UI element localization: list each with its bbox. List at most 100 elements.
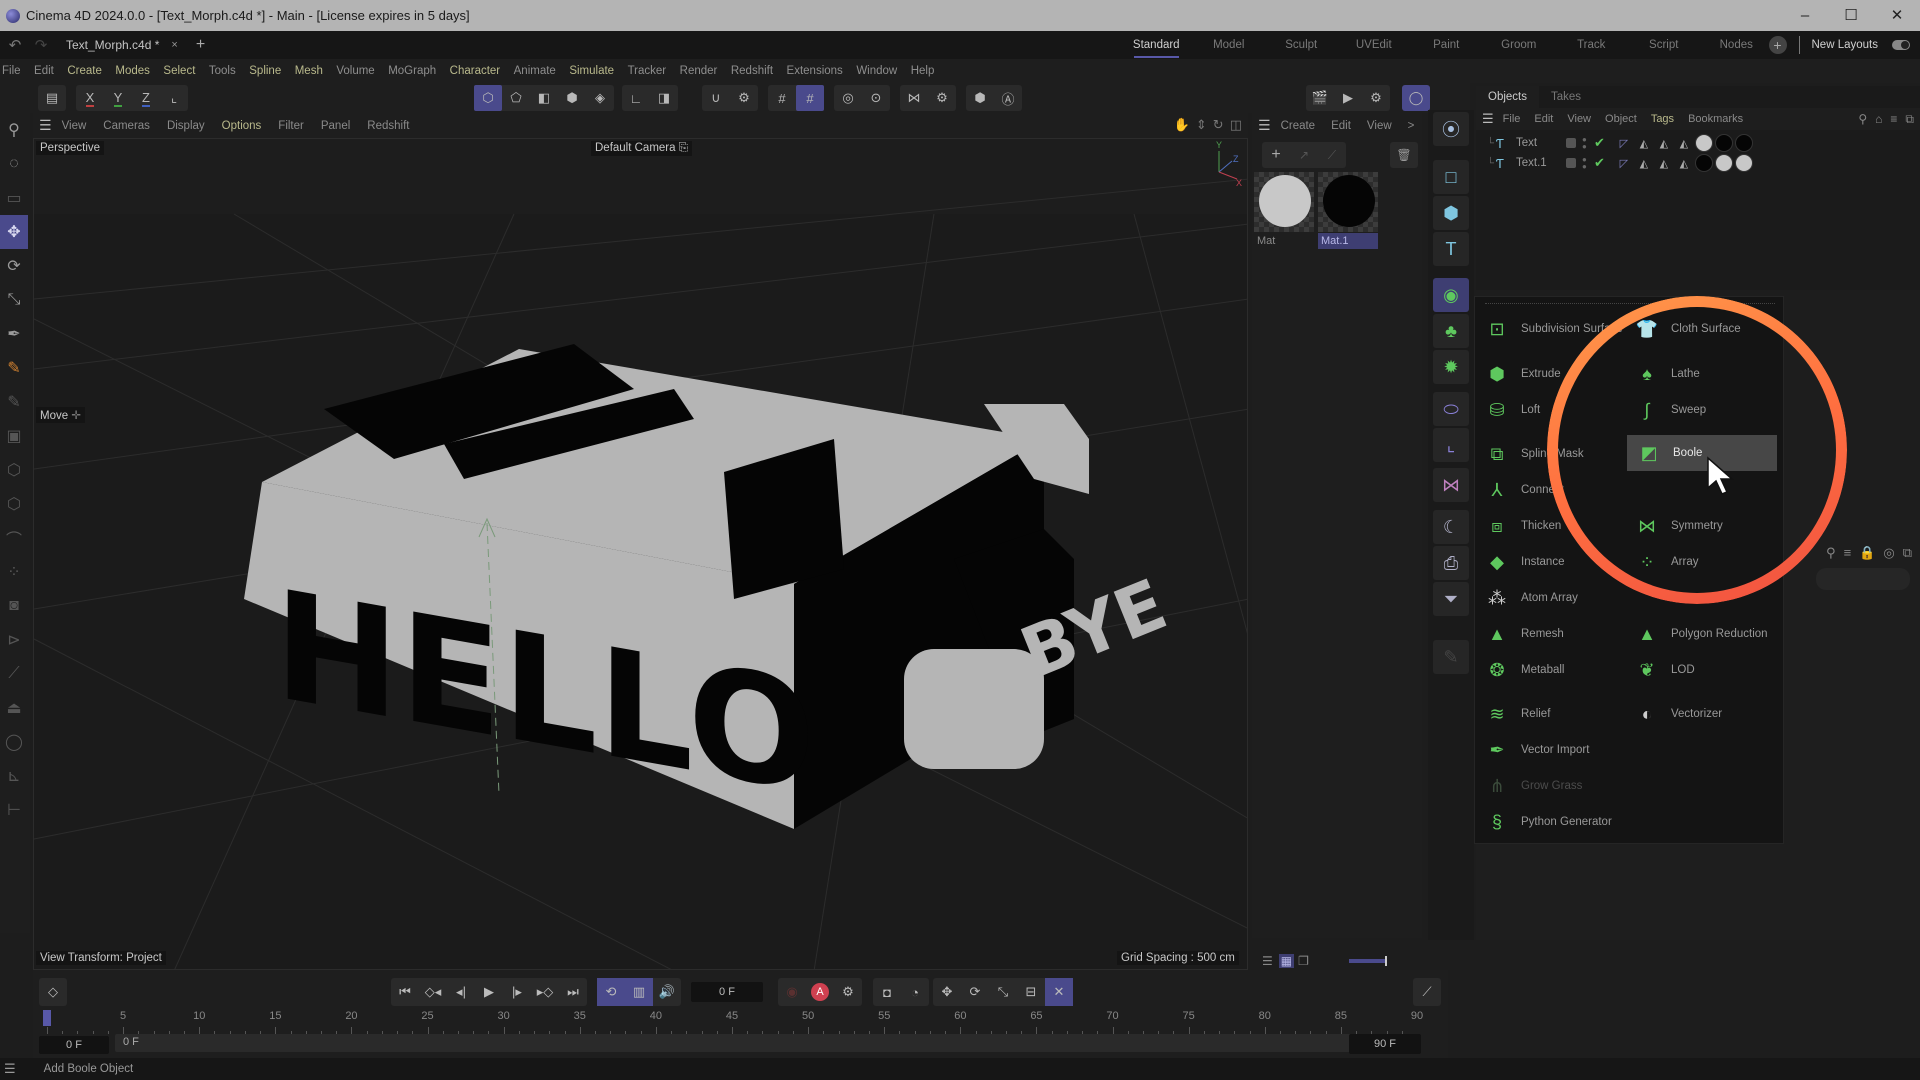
camera-icon[interactable]: ⎙ [1433,546,1469,580]
selection-tag-icon[interactable]: ◭ [1675,154,1693,172]
brush-icon[interactable]: ◯ [0,725,28,759]
menu-item-boole[interactable]: ◩ Boole [1627,435,1777,471]
soft-selection-icon[interactable]: ◎ [834,85,862,111]
list-view-icon[interactable]: ☰ [1262,954,1273,968]
key-param-icon[interactable]: ⊟ [1017,978,1045,1006]
material-tag[interactable] [1714,134,1733,152]
menu-item-cloth-surface[interactable]: 👕 Cloth Surface [1625,312,1775,346]
selection-tag-icon[interactable]: ◭ [1655,154,1673,172]
obj-menu-object[interactable]: Object [1605,113,1637,125]
hex-settings-icon[interactable]: ⬢ [966,85,994,111]
preview-range-bar[interactable]: 0 F 90 F [115,1034,1395,1052]
menu-edit[interactable]: Edit [34,65,54,77]
rotate-tool-icon[interactable]: ⟳ [0,249,28,283]
next-frame-icon[interactable]: |▸ [503,978,531,1006]
delete-material-icon[interactable]: 🗑 [1390,142,1418,168]
playhead[interactable] [43,1010,51,1026]
render-region-icon[interactable]: 🎬 [1306,85,1334,111]
selection-tag-icon[interactable]: ◭ [1635,154,1653,172]
apply-material-icon[interactable]: ↗ [1290,142,1318,168]
vp-menu-redshift[interactable]: Redshift [367,120,409,132]
key-settings-icon[interactable]: ⚙ [834,978,862,1006]
sketch-icon[interactable]: ✎ [1433,640,1469,674]
polygon-pen-icon[interactable]: ⁘ [0,555,28,589]
plane-cut-icon[interactable]: ▣ [0,419,28,453]
obj-menu-edit[interactable]: Edit [1534,113,1553,125]
obj-menu-bookmarks[interactable]: Bookmarks [1688,113,1743,125]
menu-mograph[interactable]: MoGraph [388,65,436,77]
material-thumb-mat[interactable] [1254,172,1314,232]
dolly-icon[interactable]: ⇕ [1196,117,1207,133]
menu-item-vectorizer[interactable]: ◐ Vectorizer [1625,697,1775,731]
selection-tag-icon[interactable]: ◭ [1675,134,1693,152]
menu-character[interactable]: Character [450,65,501,77]
prev-key-icon[interactable]: ◇◂ [419,978,447,1006]
material-tag[interactable] [1734,134,1753,152]
locked-workplane-icon[interactable]: # [796,85,824,111]
object-name[interactable]: Text [1516,137,1566,149]
menu-item-lathe[interactable]: ♠ Lathe [1625,357,1775,391]
render-tag-icon[interactable]: ⏷ [1433,582,1469,616]
menu-item-metaball[interactable]: ❂ Metaball [1475,653,1630,687]
popup-drag-handle[interactable] [1485,303,1775,305]
add-material-icon[interactable]: + [1262,142,1290,168]
material-menu-icon[interactable]: ☰ [1258,117,1271,134]
material-tag[interactable] [1694,154,1713,172]
tweak-mode-icon[interactable]: ◨ [650,85,678,111]
mat-menu-create[interactable]: Create [1281,120,1316,132]
slider-handle[interactable] [1384,956,1387,966]
enabled-check-icon[interactable]: ✔ [1594,155,1605,171]
search-icon[interactable]: ⚲ [1858,112,1867,127]
object-row[interactable]: └ Ƭ Text ● ● ✔ ◸ ◭ ◭ ◭ [1476,133,1920,153]
loop-icon[interactable]: ⟲ [597,978,625,1006]
projection-label[interactable]: Perspective [36,141,105,155]
grid-view-icon[interactable]: ▦ [1278,954,1295,968]
tab-objects[interactable]: Objects [1476,86,1539,108]
mirror-icon[interactable]: ⊳ [0,623,28,657]
menu-item-relief[interactable]: ≋ Relief [1475,697,1630,731]
play-icon[interactable]: ▶ [475,978,503,1006]
start-frame-field[interactable]: 0 F [39,1036,109,1054]
text-spline-icon[interactable]: T [1433,232,1469,266]
layout-nodes[interactable]: Nodes [1700,31,1773,59]
menu-render[interactable]: Render [680,65,718,77]
vp-menu-options[interactable]: Options [222,120,262,132]
menu-mesh[interactable]: Mesh [295,65,323,77]
menu-extensions[interactable]: Extensions [787,65,843,77]
menu-item-sweep[interactable]: ∫ Sweep [1625,393,1775,427]
sound-icon[interactable]: 🔊 [653,978,681,1006]
prev-frame-icon[interactable]: ◂| [447,978,475,1006]
point-mode-icon[interactable]: ◧ [530,85,558,111]
vp-menu-panel[interactable]: Panel [321,120,350,132]
key-rotation-icon[interactable]: ⟳ [961,978,989,1006]
iron-icon[interactable]: ⏏ [0,691,28,725]
menu-create[interactable]: Create [67,65,102,77]
menu-item-atom-array[interactable]: ⁂ Atom Array [1475,581,1630,615]
material-tag[interactable] [1694,134,1713,152]
bevel-icon[interactable]: ⌒ [0,521,28,555]
layout-script[interactable]: Script [1628,31,1701,59]
filter-icon[interactable]: ≡ [1890,112,1897,127]
menu-item-thicken[interactable]: ⧈ Thicken [1475,509,1630,543]
key-scale-icon[interactable]: ⤡ [989,978,1017,1006]
menu-volume[interactable]: Volume [336,65,374,77]
menu-item-symmetry[interactable]: ⋈ Symmetry [1625,509,1775,543]
box-selection-icon[interactable]: ▭ [0,181,28,215]
vp-menu-display[interactable]: Display [167,120,205,132]
render-to-viewer-icon[interactable]: ▶ [1334,85,1362,111]
menu-window[interactable]: Window [856,65,897,77]
obj-menu-file[interactable]: File [1503,113,1521,125]
mat-menu-edit[interactable]: Edit [1331,120,1351,132]
inner-extrude-icon[interactable]: ⬡ [0,487,28,521]
close-window-button[interactable]: ✕ [1874,0,1920,31]
next-key-icon[interactable]: ▸◇ [531,978,559,1006]
document-tab[interactable]: Text_Morph.c4d * × [66,38,178,52]
menu-item-subdivision-surface[interactable]: ⊡ Subdivision Surface [1475,312,1630,346]
uv-mode-icon[interactable]: ◈ [586,85,614,111]
viewport-menu-icon[interactable]: ☰ [39,117,52,134]
key-pla-icon[interactable]: ✕ [1045,978,1073,1006]
new-tab-button[interactable]: + [196,36,205,54]
undo-icon[interactable]: ↶ [4,36,26,54]
soft-selection-settings-icon[interactable]: ⊙ [862,85,890,111]
layout-model[interactable]: Model [1193,31,1266,59]
